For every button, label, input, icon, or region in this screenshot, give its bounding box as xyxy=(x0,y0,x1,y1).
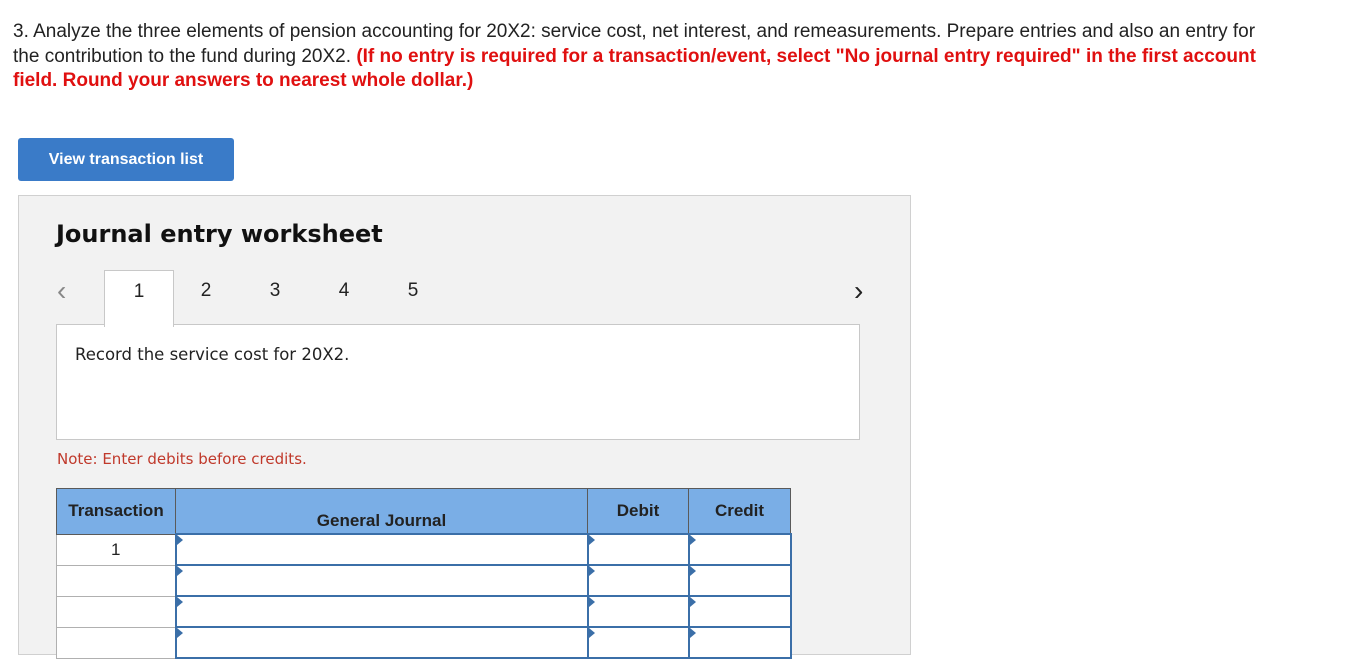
transaction-cell: 1 xyxy=(56,533,176,566)
tab-4[interactable]: 4 xyxy=(310,270,378,324)
tab-1[interactable]: 1 xyxy=(104,270,174,327)
entry-description-box: Record the service cost for 20X2. xyxy=(56,324,860,440)
debit-field[interactable] xyxy=(586,564,690,597)
transaction-cell xyxy=(56,626,176,659)
tab-5[interactable]: 5 xyxy=(379,270,447,324)
journal-entry-worksheet: Journal entry worksheet ‹ › 1 2 3 4 5 Re… xyxy=(18,195,911,659)
chevron-left-icon[interactable]: ‹ xyxy=(57,276,77,306)
view-transaction-list-button[interactable]: View transaction list xyxy=(18,138,234,181)
credit-field[interactable] xyxy=(687,564,792,597)
header-debit: Debit xyxy=(587,488,689,535)
transaction-cell xyxy=(56,595,176,628)
worksheet-title: Journal entry worksheet xyxy=(56,220,383,248)
entry-note: Note: Enter debits before credits. xyxy=(57,450,307,468)
table-row xyxy=(56,626,792,659)
debit-field[interactable] xyxy=(586,533,690,566)
tab-2[interactable]: 2 xyxy=(172,270,240,324)
credit-field[interactable] xyxy=(687,595,792,628)
debit-field[interactable] xyxy=(586,595,690,628)
header-general-journal: General Journal xyxy=(175,488,588,535)
debit-field[interactable] xyxy=(586,626,690,659)
account-field[interactable] xyxy=(174,533,589,566)
header-credit: Credit xyxy=(688,488,791,535)
credit-field[interactable] xyxy=(687,626,792,659)
tab-3[interactable]: 3 xyxy=(241,270,309,324)
journal-table: Transaction General Journal Debit Credit… xyxy=(56,488,792,659)
entry-description: Record the service cost for 20X2. xyxy=(75,345,350,364)
account-field[interactable] xyxy=(174,626,589,659)
table-row xyxy=(56,595,792,628)
transaction-cell xyxy=(56,564,176,597)
table-row xyxy=(56,564,792,597)
account-field[interactable] xyxy=(174,595,589,628)
credit-field[interactable] xyxy=(687,533,792,566)
chevron-right-icon[interactable]: › xyxy=(854,276,874,306)
question-text: 3. Analyze the three elements of pension… xyxy=(13,20,1263,94)
header-transaction: Transaction xyxy=(56,488,176,535)
account-field[interactable] xyxy=(174,564,589,597)
table-row: 1 xyxy=(56,533,792,566)
